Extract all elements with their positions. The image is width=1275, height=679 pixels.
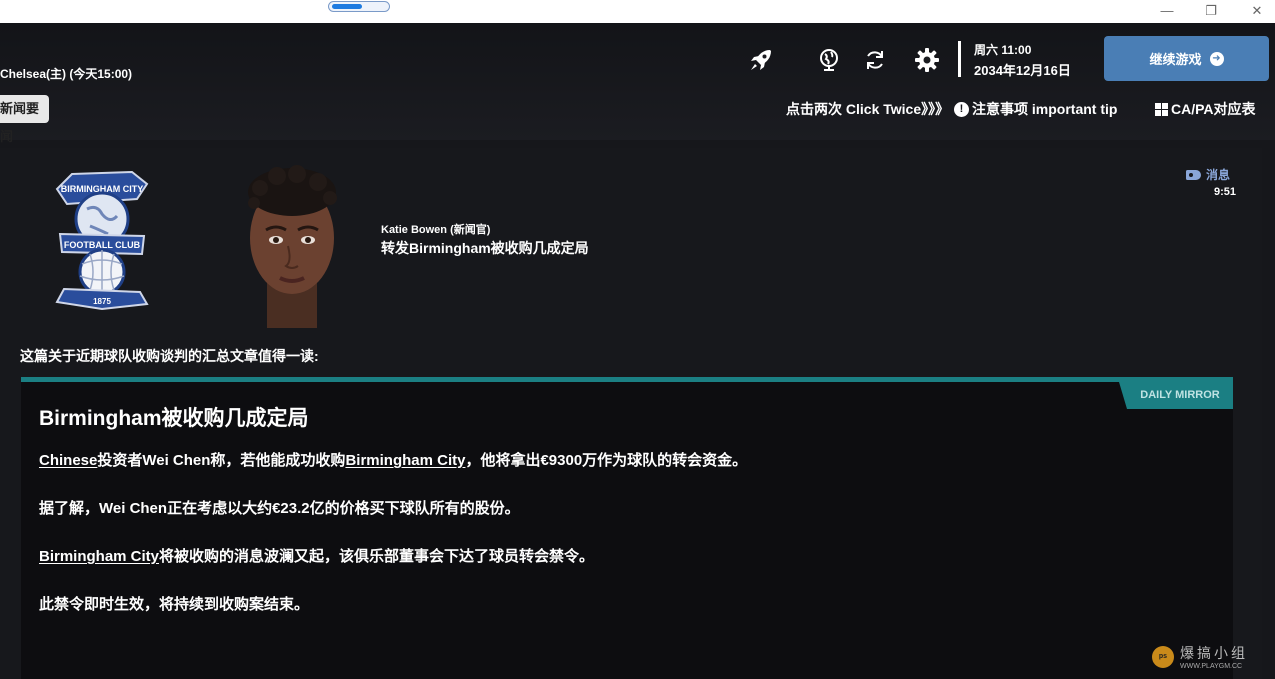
club-link[interactable]: Birmingham City [345,452,465,469]
message-subject: 转发Birmingham被收购几成定局 [381,240,589,256]
click-twice-link[interactable]: 点击两次 Click Twice》》》 [786,99,949,119]
crest-band-text: FOOTBALL CLUB [64,240,141,250]
article-paragraph-4: 此禁令即时生效，将持续到收购案结束。 [39,596,310,613]
tag-icon [1186,169,1201,180]
minimize-icon[interactable]: — [1157,2,1177,20]
important-tip-link[interactable]: ! 注意事项 important tip [954,99,1117,119]
article-title: Birmingham被收购几成定局 [39,407,309,430]
watermark-text: 爆搞小组 [1180,646,1248,662]
club-crest-logo: BIRMINGHAM CITY FOOTBALL CLUB 1875 [55,170,149,311]
gear-icon[interactable] [914,47,940,73]
globe-icon[interactable] [816,47,842,73]
next-match-text: Chelsea(主) (今天15:00) [0,67,133,81]
important-tip-label: 注意事项 important tip [972,101,1118,117]
message-sender: Katie Bowen (新闻官) [381,224,491,236]
maximize-icon[interactable]: ❐ [1201,2,1221,20]
continue-label: 继续游戏 [1149,52,1202,67]
refresh-icon[interactable] [862,47,888,73]
window-titlebar: — ❐ ✕ [0,0,1275,23]
message-type-label: 消息 [1206,168,1231,182]
continue-game-button[interactable]: 继续游戏 ➜ [1104,36,1269,81]
message-type-badge: 消息 [1186,166,1230,183]
watermark-url: WWW.PLAYGM.CC [1180,663,1243,670]
paragraph-text: 将被收购的消息波澜又起，该俱乐部董事会下达了球员转会禁令。 [159,548,595,565]
news-button[interactable]: 新闻要闻 [0,95,49,144]
nation-link[interactable]: Chinese [39,452,97,469]
watermark-logo: ps [1152,645,1174,668]
article-paragraph-1: Chinese投资者Wei Chen称，若他能成功收购Birmingham Ci… [39,449,747,470]
club-link[interactable]: Birmingham City [39,548,159,565]
message-panel: BIRMINGHAM CITY FOOTBALL CLUB 1875 Katie… [0,148,1262,679]
current-day-time: 周六 11:00 [974,43,1032,57]
message-intro: 这篇关于近期球队收购谈判的汇总文章值得一读: [20,348,319,364]
capa-table-label: CA/PA对应表 [1171,101,1256,117]
paragraph-text: 投资者Wei Chen称，若他能成功收购 [97,452,346,469]
staff-portrait-avatar [248,165,337,328]
site-watermark: ps 爆搞小组 WWW.PLAYGM.CC [1152,643,1248,670]
current-date: 2034年12月16日 [974,63,1071,78]
crest-year: 1875 [93,297,111,306]
grid-icon [1155,102,1168,116]
arrow-right-icon: ➜ [1209,51,1224,66]
article-paragraph-2: 据了解，Wei Chen正在考虑以大约€23.2亿的价格买下球队所有的股份。 [39,500,520,517]
close-icon[interactable]: ✕ [1247,2,1267,20]
rocket-icon[interactable] [748,47,774,73]
message-time: 9:51 [1214,186,1237,198]
top-header: Chelsea(主) (今天15:00) 新闻要闻 周六 11:00 2034年… [0,23,1275,144]
exclamation-icon: ! [954,101,969,117]
date-divider [958,41,961,77]
source-badge: DAILY MIRROR [1119,382,1233,409]
capa-table-link[interactable]: CA/PA对应表 [1155,99,1256,119]
article-paragraph-3: Birmingham City将被收购的消息波澜又起，该俱乐部董事会下达了球员转… [39,545,594,566]
progress-pill [328,1,390,12]
news-article: DAILY MIRROR Birmingham被收购几成定局 Chinese投资… [21,377,1233,679]
paragraph-text: ，他将拿出€9300万作为球队的转会资金。 [465,452,748,469]
